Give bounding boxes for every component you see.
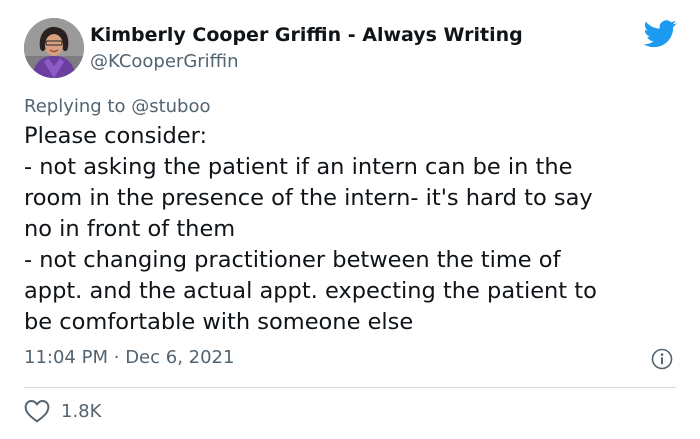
tweet-text: Please consider: - not asking the patien…	[24, 121, 684, 338]
tweet-timestamp[interactable]: 11:04 PM · Dec 6, 2021	[24, 347, 234, 368]
author-handle[interactable]: @KCooperGriffin	[90, 51, 238, 72]
author-display-name[interactable]: Kimberly Cooper Griffin - Always Writing	[90, 24, 523, 46]
profile-photo-icon	[24, 18, 84, 78]
tweet-text-line: Please consider:	[24, 123, 208, 149]
tweet-text-line: no in front of them	[24, 216, 236, 242]
heart-icon	[24, 400, 50, 423]
reply-target-link[interactable]: @stuboo	[131, 96, 210, 117]
like-button[interactable]: 1.8K	[24, 399, 101, 423]
tweet-text-line: be comfortable with someone else	[24, 309, 414, 335]
like-count: 1.8K	[61, 400, 102, 422]
tweet-text-line: - not changing practitioner between the …	[24, 247, 561, 273]
meta-separator: ·	[113, 347, 120, 368]
tweet-text-line: room in the presence of the intern- it's…	[24, 185, 593, 211]
avatar[interactable]	[24, 18, 84, 78]
tweet-date: Dec 6, 2021	[125, 347, 235, 368]
divider	[24, 387, 676, 388]
twitter-bird-icon[interactable]	[643, 20, 677, 48]
replying-to-prefix: Replying to	[24, 96, 132, 117]
tweet-text-line: appt. and the actual appt. expecting the…	[24, 278, 597, 304]
info-icon[interactable]	[651, 348, 673, 370]
replying-to-line: Replying to @stuboo	[24, 96, 211, 117]
tweet-card: Kimberly Cooper Griffin - Always Writing…	[0, 0, 700, 439]
tweet-time: 11:04 PM	[24, 347, 108, 368]
tweet-text-line: - not asking the patient if an intern ca…	[24, 154, 573, 180]
